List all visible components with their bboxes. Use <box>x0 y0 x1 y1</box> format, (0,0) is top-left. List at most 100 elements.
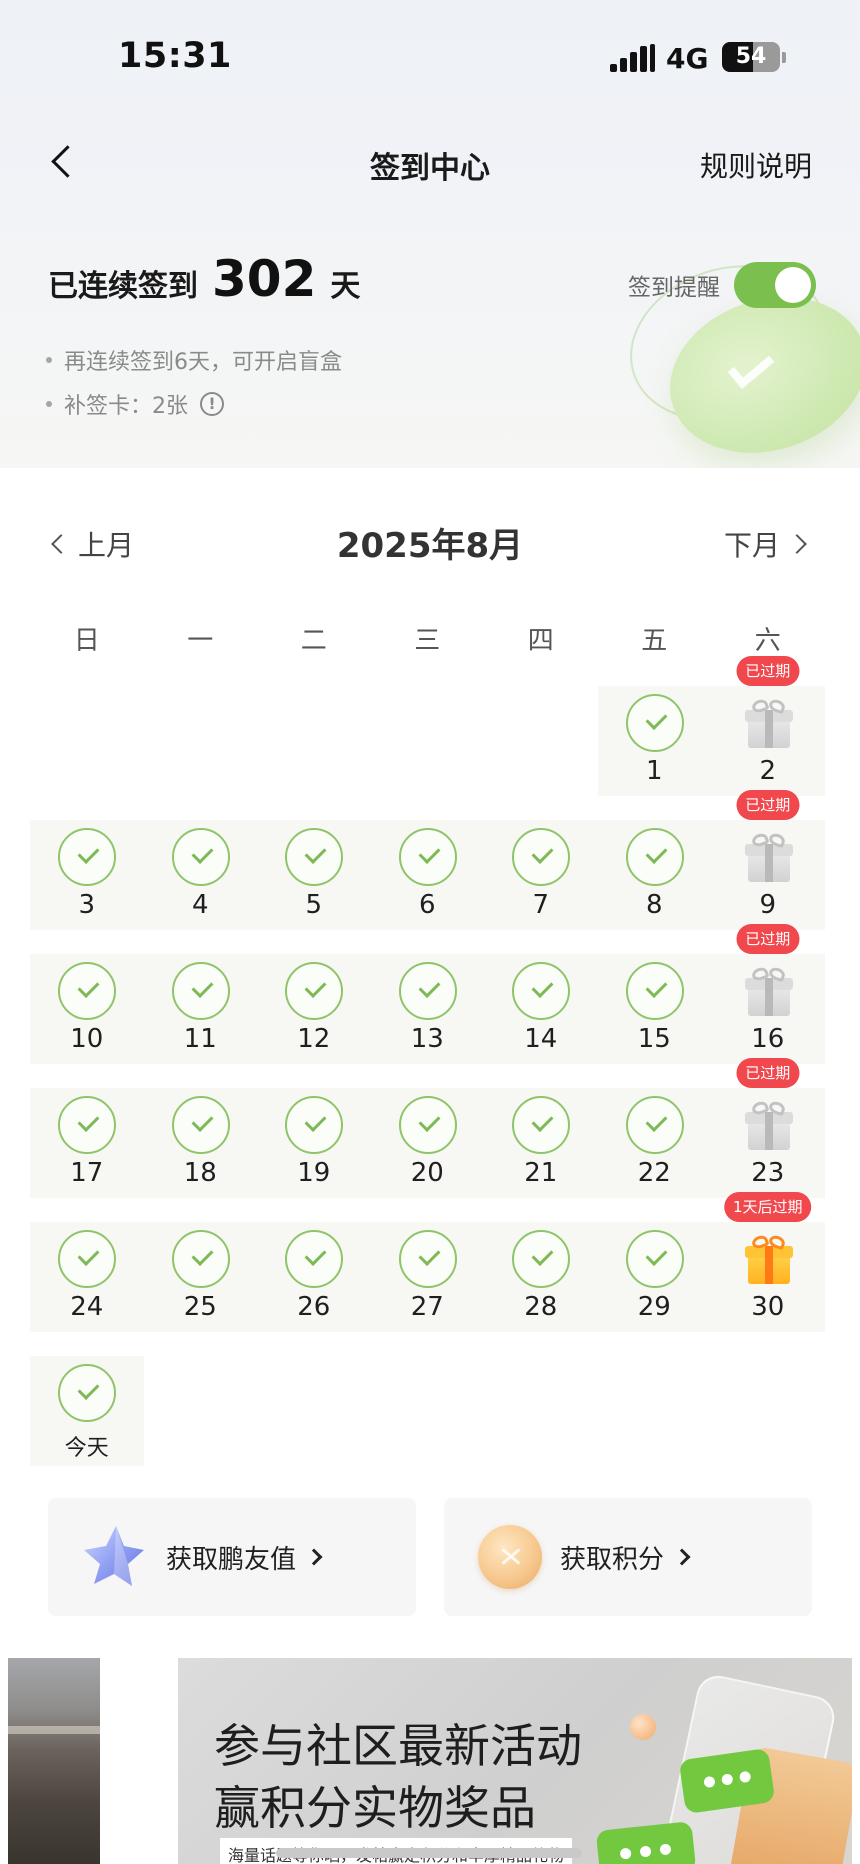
streak-days: 302 <box>212 250 317 308</box>
banner-title-line1: 参与社区最新活动 <box>214 1719 582 1773</box>
calendar-day[interactable]: 22 <box>598 1088 712 1198</box>
activity-photo-thumbnail[interactable] <box>8 1658 100 1864</box>
calendar-day[interactable]: 20 <box>371 1088 485 1198</box>
gift-icon <box>745 1099 793 1150</box>
day-number: 12 <box>297 1024 331 1054</box>
reminder-label: 签到提醒 <box>628 275 720 301</box>
gift-icon <box>745 965 793 1016</box>
gift-icon <box>745 697 793 748</box>
checked-icon <box>285 1096 343 1154</box>
checked-icon <box>398 962 457 1020</box>
calendar-day[interactable]: 今天 <box>30 1356 144 1466</box>
day-number: 28 <box>524 1292 558 1322</box>
get-points-card[interactable]: 获取积分 <box>444 1498 812 1616</box>
calendar-day[interactable]: 4 <box>144 820 258 930</box>
day-number: 15 <box>637 1024 671 1054</box>
checked-icon <box>398 828 457 886</box>
day-number: 26 <box>297 1292 331 1322</box>
calendar-day[interactable]: 已过期 16 <box>711 924 825 1064</box>
gift-icon <box>745 1233 793 1284</box>
calendar-day[interactable]: 11 <box>144 954 258 1064</box>
checked-icon <box>285 962 343 1020</box>
day-number: 1 <box>645 756 663 786</box>
activity-banner[interactable]: 参与社区最新活动 赢积分实物奖品 海量话题等你晒，发帖赢走积分和丰厚精品礼物 <box>178 1658 852 1864</box>
weekday-mon: 一 <box>187 626 214 656</box>
card-label: 获取积分 <box>560 1544 665 1575</box>
star-crystal-icon <box>78 1522 148 1592</box>
gift-icon <box>745 831 793 882</box>
status-time: 15:31 <box>118 36 232 76</box>
day-number: 23 <box>751 1158 785 1188</box>
calendar-day[interactable]: 5 <box>257 820 371 930</box>
toggle-knob <box>775 267 811 303</box>
calendar-day[interactable]: 已过期 2 <box>711 656 825 796</box>
day-number: 6 <box>418 890 436 920</box>
chevron-right-icon <box>673 1548 691 1566</box>
checked-icon <box>285 828 343 886</box>
banner-title-line2: 赢积分实物奖品 <box>214 1781 536 1835</box>
calendar-day[interactable]: 29 <box>598 1222 712 1332</box>
chevron-right-icon <box>305 1548 323 1566</box>
checked-icon <box>398 1230 457 1288</box>
calendar-day[interactable]: 25 <box>144 1222 258 1332</box>
expiry-badge: 1天后过期 <box>723 1192 812 1222</box>
calendar-day[interactable]: 8 <box>598 820 712 930</box>
day-number: 17 <box>70 1158 104 1188</box>
network-type: 4G <box>666 42 709 75</box>
calendar-day[interactable]: 21 <box>484 1088 598 1198</box>
next-month-button[interactable]: 下月 <box>723 524 807 564</box>
calendar-day[interactable]: 已过期 9 <box>711 790 825 930</box>
calendar-day[interactable]: 7 <box>484 820 598 930</box>
calendar-day[interactable]: 28 <box>484 1222 598 1332</box>
calendar-day[interactable]: 3 <box>30 820 144 930</box>
checked-icon <box>171 962 230 1020</box>
checked-icon <box>625 828 684 886</box>
calendar-day[interactable]: 17 <box>30 1088 144 1198</box>
weekday-sun: 日 <box>73 626 100 656</box>
checked-icon <box>285 1230 343 1288</box>
calendar-day[interactable]: 24 <box>30 1222 144 1332</box>
calendar-day[interactable]: 6 <box>371 820 485 930</box>
calendar-day[interactable]: 13 <box>371 954 485 1064</box>
info-icon[interactable]: ! <box>200 392 224 416</box>
calendar-day[interactable]: 已过期 23 <box>711 1058 825 1198</box>
checked-icon <box>58 962 116 1020</box>
weekday-fri: 五 <box>641 626 668 656</box>
checked-icon <box>625 1096 684 1154</box>
rules-link[interactable]: 规则说明 <box>700 145 812 185</box>
day-number: 21 <box>524 1158 558 1188</box>
day-number: 24 <box>70 1292 104 1322</box>
checked-icon <box>512 962 570 1020</box>
next-month-label: 下月 <box>723 529 780 562</box>
day-number: 5 <box>305 890 323 920</box>
get-friend-value-card[interactable]: 获取鹏友值 <box>48 1498 416 1616</box>
checked-icon <box>58 828 116 886</box>
calendar-day[interactable]: 1 <box>598 686 712 796</box>
day-number: 8 <box>645 890 663 920</box>
tip-text: 再连续签到6天，可开启盲盒 <box>64 350 342 375</box>
battery-icon: 54 <box>722 42 780 72</box>
streak-suffix: 天 <box>330 269 361 304</box>
calendar-day[interactable]: 19 <box>257 1088 371 1198</box>
calendar-day[interactable]: 1天后过期 30 <box>711 1192 825 1332</box>
calendar-day[interactable]: 15 <box>598 954 712 1064</box>
calendar-day[interactable]: 27 <box>371 1222 485 1332</box>
day-number: 11 <box>183 1024 217 1054</box>
calendar-day[interactable]: 18 <box>144 1088 258 1198</box>
expiry-badge: 已过期 <box>736 924 800 954</box>
checked-icon <box>512 1096 570 1154</box>
day-number: 18 <box>183 1158 217 1188</box>
weekday-sat: 六 <box>754 626 781 656</box>
calendar-day[interactable]: 10 <box>30 954 144 1064</box>
calendar-day[interactable]: 26 <box>257 1222 371 1332</box>
reminder-toggle[interactable] <box>734 262 816 308</box>
day-number: 19 <box>297 1158 331 1188</box>
checked-icon <box>625 962 684 1020</box>
chevron-right-icon <box>787 534 807 554</box>
calendar-day[interactable]: 14 <box>484 954 598 1064</box>
calendar-day[interactable]: 12 <box>257 954 371 1064</box>
day-number: 16 <box>751 1024 785 1054</box>
day-number: 22 <box>637 1158 671 1188</box>
home-indicator <box>276 1848 582 1858</box>
day-number: 3 <box>78 890 96 920</box>
